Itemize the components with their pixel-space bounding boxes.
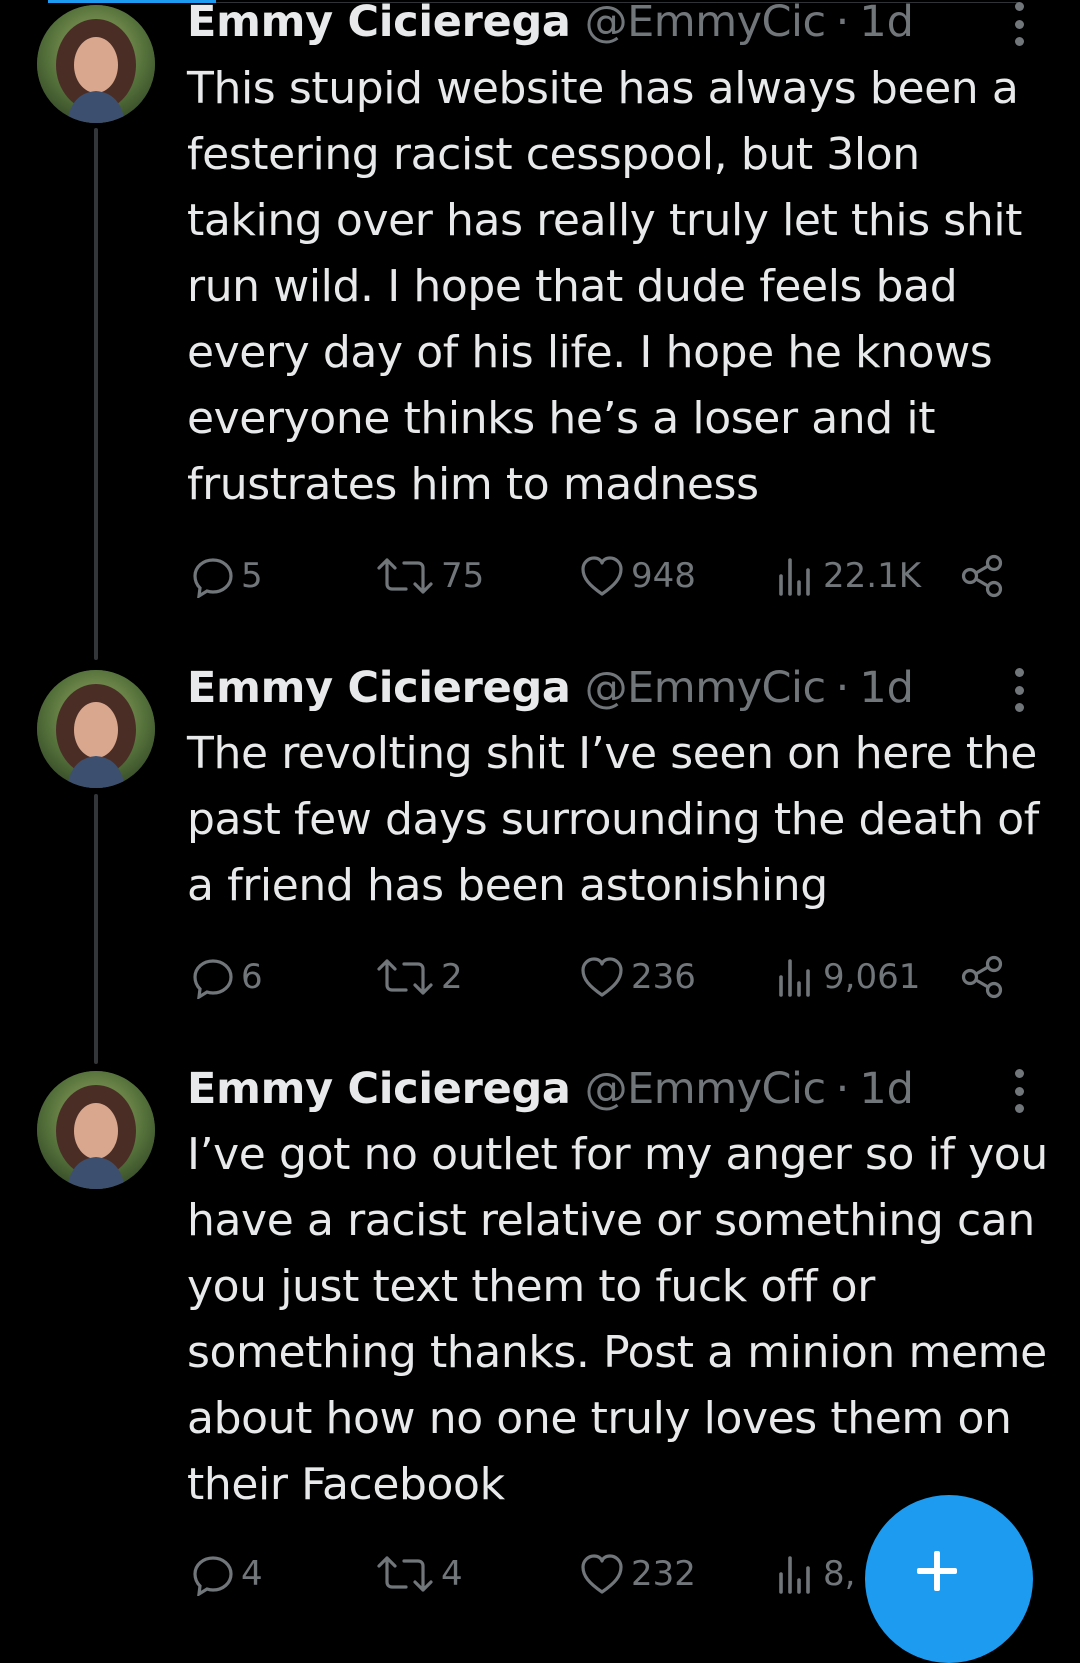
author-name[interactable]: Emmy Cicierega	[187, 663, 571, 713]
reply-icon	[193, 558, 233, 598]
tweet-actions: 5 75 948 22.1K	[187, 552, 1017, 600]
timestamp[interactable]: 1d	[859, 663, 914, 713]
reply-button[interactable]: 5	[191, 552, 263, 600]
like-button[interactable]: 236	[579, 953, 696, 1001]
more-icon[interactable]	[1008, 1069, 1030, 1113]
compose-button[interactable]	[865, 1495, 1033, 1663]
heart-icon	[581, 957, 623, 997]
views-button[interactable]: 22.1K	[773, 552, 921, 600]
separator: ·	[835, 663, 850, 713]
tweet-header: Emmy Cicierega @EmmyCic · 1d	[187, 0, 914, 47]
like-count: 236	[631, 957, 696, 997]
reply-count: 4	[241, 1554, 263, 1594]
tweet-text: The revolting shit I’ve seen on here the…	[187, 728, 1039, 911]
repost-button[interactable]: 75	[375, 552, 484, 600]
thread-line	[94, 128, 98, 660]
avatar[interactable]	[37, 5, 155, 123]
separator: ·	[835, 0, 850, 47]
repost-count: 75	[441, 556, 485, 596]
like-button[interactable]: 948	[579, 552, 696, 600]
avatar[interactable]	[37, 1071, 155, 1189]
more-icon[interactable]	[1008, 668, 1030, 712]
like-button[interactable]: 232	[579, 1550, 696, 1598]
views-icon	[779, 558, 810, 596]
repost-count: 2	[441, 957, 463, 997]
tweet-header: Emmy Cicierega @EmmyCic · 1d	[187, 663, 914, 713]
reply-button[interactable]: 4	[191, 1550, 263, 1598]
author-handle[interactable]: @EmmyCic	[585, 663, 827, 713]
tweet-actions: 6 2 236 9,061	[187, 953, 1017, 1001]
avatar[interactable]	[37, 670, 155, 788]
views-icon	[779, 959, 810, 997]
views-button[interactable]: 9,061	[773, 953, 920, 1001]
like-count: 948	[631, 556, 696, 596]
repost-button[interactable]: 2	[375, 953, 463, 1001]
repost-icon	[377, 558, 433, 594]
reply-button[interactable]: 6	[191, 953, 263, 1001]
author-handle[interactable]: @EmmyCic	[585, 1064, 827, 1114]
view-count: 8,	[823, 1554, 856, 1594]
author-name[interactable]: Emmy Cicierega	[187, 0, 571, 47]
share-icon	[961, 554, 1003, 598]
reply-count: 6	[241, 957, 263, 997]
view-count: 22.1K	[823, 556, 921, 596]
share-button[interactable]	[959, 552, 1005, 600]
reply-icon	[193, 1556, 233, 1596]
tweet-text: This stupid website has always been a fe…	[187, 63, 1022, 510]
reply-count: 5	[241, 556, 263, 596]
tweet-header: Emmy Cicierega @EmmyCic · 1d	[187, 1064, 914, 1114]
views-icon	[779, 1556, 810, 1594]
repost-count: 4	[441, 1554, 463, 1594]
timestamp[interactable]: 1d	[859, 1064, 914, 1114]
views-button[interactable]: 8,	[773, 1550, 855, 1598]
like-count: 232	[631, 1554, 696, 1594]
timestamp[interactable]: 1d	[859, 0, 914, 47]
view-count: 9,061	[823, 957, 921, 997]
share-icon	[961, 955, 1003, 999]
heart-icon	[581, 1554, 623, 1594]
separator: ·	[835, 1064, 850, 1114]
author-handle[interactable]: @EmmyCic	[585, 0, 827, 47]
heart-icon	[581, 556, 623, 596]
repost-button[interactable]: 4	[375, 1550, 463, 1598]
author-name[interactable]: Emmy Cicierega	[187, 1064, 571, 1114]
more-icon[interactable]	[1008, 2, 1030, 46]
thread-line	[94, 794, 98, 1064]
share-button[interactable]	[959, 953, 1005, 1001]
reply-icon	[193, 959, 233, 999]
repost-icon	[377, 959, 433, 995]
tweet-text: I’ve got no outlet for my anger so if yo…	[187, 1129, 1048, 1510]
repost-icon	[377, 1556, 433, 1592]
